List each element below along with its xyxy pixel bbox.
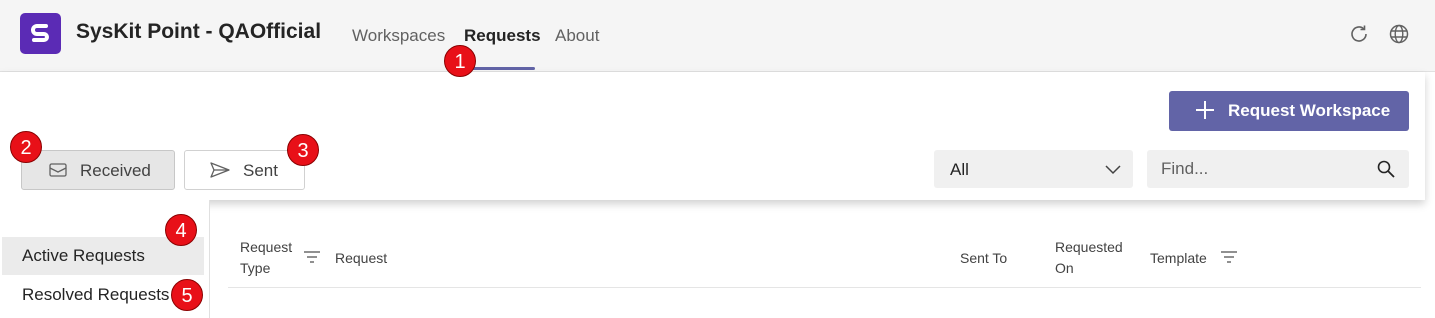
- callout-badge: 5: [171, 279, 203, 311]
- received-button[interactable]: Received: [21, 150, 175, 190]
- nav-active-requests-label: Active Requests: [22, 246, 145, 265]
- column-requested-on-line1: Requested: [1055, 239, 1123, 255]
- callout-badge: 2: [10, 131, 42, 163]
- request-workspace-label: Request Workspace: [1228, 101, 1391, 120]
- globe-icon[interactable]: [1388, 23, 1410, 45]
- sent-button[interactable]: Sent: [184, 150, 305, 190]
- column-sent-to[interactable]: Sent To: [960, 248, 1007, 269]
- syskit-logo-icon: [31, 24, 49, 42]
- mail-icon: [49, 163, 67, 177]
- nav-resolved-requests-label: Resolved Requests: [22, 285, 170, 304]
- plus-icon: [1196, 101, 1214, 119]
- received-label: Received: [80, 161, 151, 180]
- column-request-type-line2: Type: [240, 260, 271, 276]
- refresh-icon[interactable]: [1348, 23, 1370, 45]
- filter-icon[interactable]: [303, 250, 321, 264]
- callout-badge: 1: [444, 45, 476, 77]
- column-request-type[interactable]: Request Type: [240, 237, 292, 279]
- send-icon: [210, 162, 230, 178]
- column-request-type-line1: Request: [240, 239, 293, 255]
- column-requested-on[interactable]: Requested On: [1055, 237, 1123, 279]
- search-input[interactable]: [1147, 150, 1371, 188]
- filter-icon[interactable]: [1220, 250, 1238, 264]
- request-filter-dropdown[interactable]: All: [934, 150, 1133, 188]
- column-request[interactable]: Request: [335, 248, 387, 269]
- column-requested-on-line2: On: [1055, 260, 1074, 276]
- search-icon[interactable]: [1377, 160, 1395, 178]
- app-header: SysKit Point - QAOfficial Workspaces Req…: [0, 0, 1435, 72]
- tab-about[interactable]: About: [555, 26, 599, 46]
- search-box: [1147, 150, 1409, 188]
- dropdown-value: All: [950, 160, 969, 179]
- callout-badge: 4: [165, 214, 197, 246]
- column-template[interactable]: Template: [1150, 248, 1207, 269]
- sent-label: Sent: [243, 161, 278, 180]
- callout-badge: 3: [287, 134, 319, 166]
- table-header-divider: [228, 287, 1421, 288]
- request-workspace-button[interactable]: Request Workspace: [1169, 91, 1409, 131]
- tab-requests[interactable]: Requests: [464, 26, 541, 46]
- requests-toolbar: Request Workspace Received Sent All: [0, 72, 1425, 200]
- tab-workspaces[interactable]: Workspaces: [352, 26, 445, 46]
- app-title: SysKit Point - QAOfficial: [76, 20, 322, 43]
- app-logo: [20, 13, 61, 54]
- chevron-down-icon: [1105, 165, 1121, 175]
